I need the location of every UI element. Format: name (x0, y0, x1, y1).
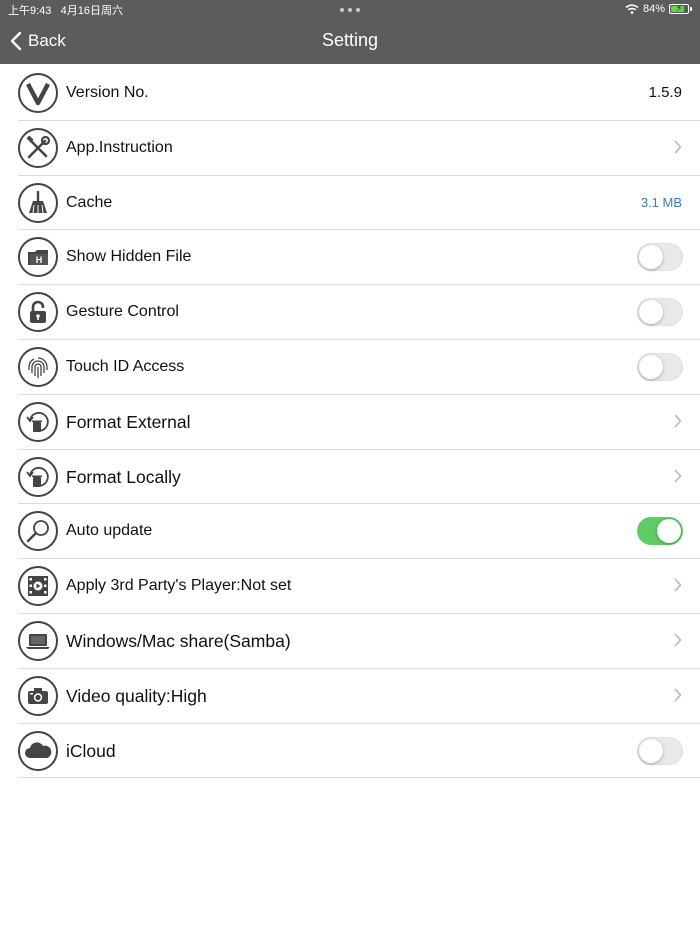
status-indicators: 84% ⚡ (625, 2, 692, 16)
laptop-icon (18, 620, 58, 661)
setting-label: Version No. (66, 84, 149, 101)
setting-format-external[interactable]: Format External (18, 395, 700, 450)
chevron-right-icon (674, 688, 682, 702)
settings-list: Version No. 1.5.9 App.Instruction Cache … (18, 66, 700, 779)
setting-icloud: iCloud (18, 724, 700, 779)
chevron-right-icon (674, 140, 682, 154)
setting-label: Cache (66, 193, 113, 211)
chevron-right-icon (674, 469, 682, 482)
status-time-date: 上午9:43 4月16日周六 (8, 2, 123, 18)
multitasking-dots-icon[interactable] (340, 8, 360, 12)
format-trash-icon (18, 401, 58, 442)
cloud-icon (18, 730, 58, 771)
chevron-right-icon (674, 578, 682, 592)
status-date: 4月16日周六 (60, 5, 123, 17)
setting-label: Gesture Control (66, 303, 179, 321)
show-hidden-file-toggle[interactable] (637, 243, 683, 272)
page-title: Setting (321, 30, 379, 50)
battery-percent: 84% (642, 3, 665, 15)
version-value: 1.5.9 (648, 84, 682, 101)
setting-third-party-player[interactable]: Apply 3rd Party's Player:Not set (18, 559, 700, 614)
setting-label: Auto update (66, 522, 153, 540)
setting-label: Format Locally (66, 466, 181, 487)
chevron-right-icon (674, 414, 682, 428)
svg-text:H: H (36, 255, 43, 265)
touch-id-access-toggle[interactable] (637, 352, 683, 381)
fingerprint-icon (18, 346, 58, 387)
camera-icon (18, 675, 58, 716)
cache-size-value: 3.1 MB (640, 194, 682, 210)
battery-icon: ⚡ (669, 3, 689, 14)
setting-samba-share[interactable]: Windows/Mac share(Samba) (18, 614, 700, 669)
setting-label: Windows/Mac share(Samba) (66, 630, 291, 651)
setting-touch-id-access: Touch ID Access (18, 340, 700, 395)
version-v-icon (18, 73, 58, 113)
tools-icon (18, 127, 58, 168)
auto-update-toggle[interactable] (637, 517, 683, 546)
chevron-right-icon (674, 633, 682, 647)
icloud-toggle[interactable] (637, 736, 683, 765)
setting-cache[interactable]: Cache 3.1 MB (18, 176, 700, 231)
setting-version: Version No. 1.5.9 (18, 66, 700, 121)
setting-label: Format External (66, 411, 191, 432)
setting-label: Apply 3rd Party's Player:Not set (66, 577, 292, 595)
setting-app-instruction[interactable]: App.Instruction (18, 121, 700, 176)
magnifier-icon (18, 511, 58, 552)
setting-label: Video quality:High (66, 685, 207, 706)
film-player-icon (18, 566, 58, 607)
hidden-folder-icon: H (18, 237, 58, 278)
setting-gesture-control: Gesture Control (18, 285, 700, 340)
setting-show-hidden-file: H Show Hidden File (18, 230, 700, 286)
wifi-icon (625, 4, 639, 14)
setting-label: iCloud (66, 740, 116, 761)
setting-auto-update: Auto update (18, 504, 700, 560)
broom-icon (18, 182, 58, 223)
setting-video-quality[interactable]: Video quality:High (18, 669, 700, 724)
setting-label: Show Hidden File (66, 248, 192, 266)
lock-icon (18, 292, 58, 333)
format-trash-icon (18, 456, 58, 497)
navigation-header: 上午9:43 4月16日周六 84% ⚡ Back Setting (0, 0, 700, 64)
setting-label: App.Instruction (66, 138, 173, 156)
setting-label: Touch ID Access (66, 357, 185, 375)
setting-format-locally[interactable]: Format Locally (18, 450, 700, 505)
status-time: 上午9:43 (8, 5, 52, 17)
gesture-control-toggle[interactable] (637, 298, 683, 327)
